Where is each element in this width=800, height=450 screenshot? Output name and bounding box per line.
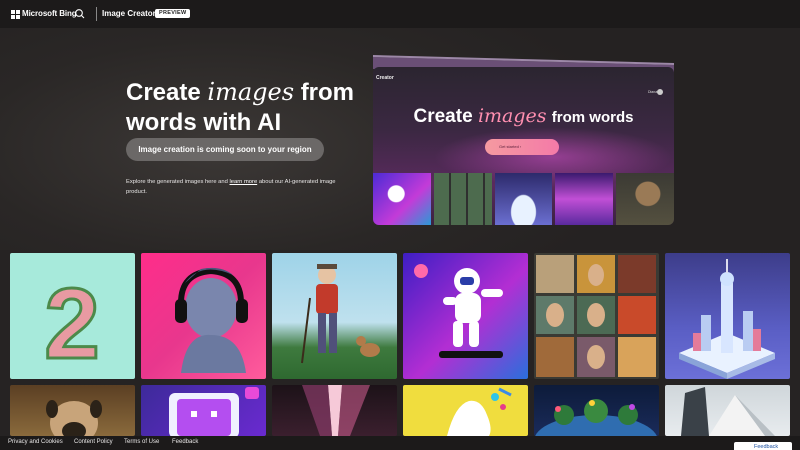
mockup-thumbnails [373,173,674,225]
mockup-thumb-astronaut [373,173,431,225]
hero-title-italic: images [207,78,295,106]
mockup-avatar [657,89,663,95]
region-notice-button[interactable]: Image creation is coming soon to your re… [126,138,324,161]
brand-name[interactable]: Microsoft Bing [22,9,77,18]
mockup-button-label: Get started [499,144,519,149]
gallery-item-floral-planet[interactable] [534,385,659,436]
mockup-username: Diana [648,90,658,94]
splash-art [447,387,512,436]
mockup-app-name: Creator [376,75,394,81]
mockup-thumb-dog [616,173,674,225]
geometric-art [681,387,775,436]
footer-terms-link[interactable]: Terms of Use [124,439,159,445]
gallery-item-number-2[interactable]: 2 [10,253,135,379]
footer: Privacy and Cookies Content Policy Terms… [0,436,800,450]
mockup-heading-italic: images [477,105,547,127]
gallery-item-geometric-shapes[interactable] [665,385,790,436]
svg-text:2: 2 [44,268,100,379]
footer-feedback-link[interactable]: Feedback [172,439,198,445]
mockup-heading: Create images from words [373,105,674,128]
mockup-thumb-city [494,173,553,225]
app-title[interactable]: Image Creator [102,9,156,18]
gallery-item-old-man-dog[interactable] [272,253,397,379]
header-divider [96,7,97,21]
gallery-item-bust-headphones[interactable] [141,253,266,379]
explore-text-before: Explore the generated images here and [126,179,228,185]
learn-more-link[interactable]: learn more [229,179,257,185]
mockup-heading-text-2: from words [551,109,634,126]
mockup-heading-text: Create [413,106,473,127]
product-preview-mockup: Creator Diana Create images from words G… [373,67,674,225]
preview-badge: PREVIEW [155,9,191,18]
top-bar: Microsoft Bing Image Creator PREVIEW [0,0,800,28]
tv-art [169,387,259,436]
feedback-button-label: Feedback [754,444,779,450]
gallery-item-isometric-city[interactable] [665,253,790,379]
mockup-thumb-portraits [433,173,492,225]
light-art [302,385,370,436]
gallery-item-astronaut-skateboard[interactable] [403,253,528,379]
gallery-item-yellow-splash[interactable] [403,385,528,436]
gallery-item-portrait-grid[interactable] [534,253,659,379]
planet-art [535,399,657,436]
search-icon[interactable] [73,7,87,21]
old-man-art [301,264,380,364]
mockup-thumb-pink-scene [555,173,614,225]
footer-privacy-link[interactable]: Privacy and Cookies [8,439,63,445]
number-two-art: 2 [43,267,102,380]
city-art [679,259,775,379]
hero-title: Create images from words with AI [126,77,356,138]
astronaut-art [414,264,503,358]
gallery-item-pug[interactable] [10,385,135,436]
mockup-get-started-button: Get started › [485,139,559,155]
footer-content-policy-link[interactable]: Content Policy [74,439,113,445]
microsoft-logo-icon[interactable] [11,10,20,19]
hero-title-text: Create [126,79,201,106]
pug-art [46,400,102,436]
explore-text: Explore the generated images here and le… [126,178,341,197]
gallery-item-abstract-light[interactable] [272,385,397,436]
portrait-grid-art [536,255,656,377]
gallery-item-tv-character[interactable] [141,385,266,436]
bust-art [175,267,248,373]
feedback-button[interactable]: Feedback [734,442,792,450]
